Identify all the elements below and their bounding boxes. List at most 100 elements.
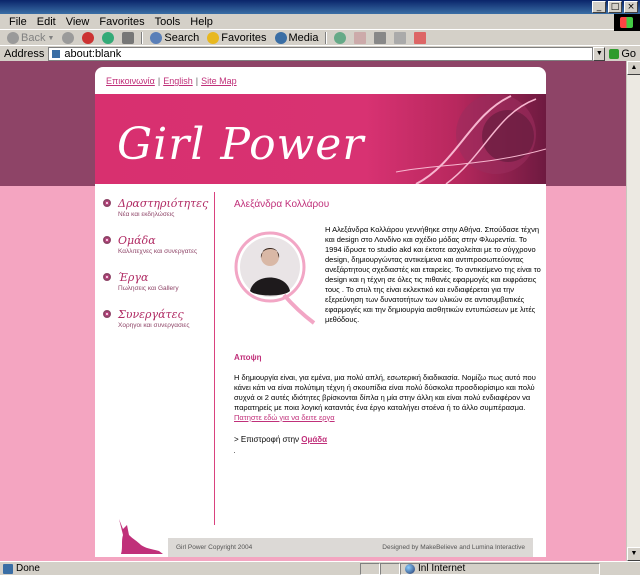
globe-icon	[405, 563, 415, 574]
site-map-link[interactable]: Site Map	[201, 76, 237, 86]
menu-view[interactable]: View	[61, 16, 95, 28]
see-works-link[interactable]: Πατηστε εδώ για να δειτε εργα	[234, 413, 335, 422]
discuss-icon	[414, 32, 427, 44]
menu-favorites[interactable]: Favorites	[94, 16, 149, 28]
print-button[interactable]	[371, 32, 389, 44]
back-line: > Επιστροφή στην Ομάδα	[234, 435, 327, 444]
media-label: Media	[288, 32, 319, 44]
sidebar-item-partners[interactable]: Συνεργάτες Χορηγοι και συνεργασιες	[103, 308, 211, 329]
bullet-icon	[103, 199, 111, 207]
bullet-icon	[103, 273, 111, 281]
scroll-down-icon[interactable]: ▼	[627, 547, 640, 561]
sidebar-item-subtitle: Χορηγοι και συνεργασιες	[118, 322, 190, 329]
sidebar-divider	[214, 192, 215, 525]
home-button[interactable]	[119, 32, 137, 44]
opinion-body: Η δημιουργία είναι, για εμένα, μια πολύ …	[234, 373, 536, 412]
opinion-text: Η δημιουργία είναι, για εμένα, μια πολύ …	[234, 373, 543, 423]
discuss-button[interactable]	[411, 32, 429, 44]
toolbar-divider	[325, 32, 328, 44]
menu-file[interactable]: File	[4, 16, 32, 28]
status-text: Done	[16, 563, 40, 574]
go-button[interactable]: Go	[609, 48, 636, 60]
menu-help[interactable]: Help	[185, 16, 218, 28]
copyright-text: Girl Power Copyright 2004	[176, 544, 253, 551]
link-separator: |	[195, 76, 199, 86]
go-arrow-icon	[609, 48, 620, 59]
page-title: Αλεξάνδρα Κολλάρου	[234, 199, 330, 210]
sidebar-item-activities[interactable]: Δραστηριότητες Νέα και εκδηλώσεις	[103, 197, 211, 218]
decorative-swirl-graphic	[395, 94, 546, 184]
windows-logo-icon	[614, 14, 640, 31]
status-cell	[380, 562, 400, 575]
forward-button[interactable]	[59, 32, 77, 44]
back-prefix: > Επιστροφή στην	[234, 435, 300, 444]
opinion-heading: Αποψη	[234, 353, 262, 362]
status-cell	[360, 562, 380, 575]
media-button[interactable]: Media	[272, 32, 322, 44]
address-input[interactable]: about:blank	[48, 46, 594, 61]
stop-button[interactable]	[79, 32, 97, 44]
maximize-icon[interactable]: □	[608, 1, 622, 13]
favorites-button[interactable]: Favorites	[204, 32, 269, 44]
forward-arrow-icon	[62, 32, 75, 44]
close-icon[interactable]: ×	[624, 1, 638, 13]
address-value: about:blank	[64, 47, 122, 60]
contact-link[interactable]: Επικοινωνία	[106, 76, 155, 86]
link-separator: |	[157, 76, 161, 86]
minimize-icon[interactable]: _	[592, 1, 606, 13]
sidebar-item-title: Ομάδα	[118, 234, 156, 247]
star-icon	[207, 32, 220, 44]
sidebar-item-title: Έργα	[118, 271, 149, 284]
zone-text: Inl Internet	[418, 563, 466, 574]
site-logo-title: Girl Power	[117, 119, 365, 170]
stop-icon	[82, 32, 95, 44]
toolbar: Back ▼ Search Favorites Media	[0, 31, 640, 45]
main-content: Αλεξάνδρα Κολλάρου Η Αλεξάνδρα Κολλάρου …	[234, 199, 541, 453]
back-button[interactable]: Back ▼	[4, 32, 57, 44]
status-left: Done	[0, 563, 360, 574]
back-to-team-link[interactable]: Ομάδα	[301, 435, 327, 444]
sidebar-item-team[interactable]: Ομάδα Καλλιτεχνες και συνεργατες	[103, 234, 211, 255]
back-label: Back	[21, 32, 46, 44]
media-icon	[274, 32, 287, 44]
window-title-bar: _ □ ×	[0, 0, 640, 14]
history-icon	[334, 32, 347, 44]
chevron-down-icon: ▼	[47, 34, 55, 42]
english-link[interactable]: English	[163, 76, 193, 86]
history-button[interactable]	[331, 32, 349, 44]
sidebar-item-title: Δραστηριότητες	[118, 197, 209, 210]
menu-tools[interactable]: Tools	[150, 16, 186, 28]
scroll-up-icon[interactable]: ▲	[627, 61, 640, 75]
go-label: Go	[621, 47, 636, 60]
edit-icon	[394, 32, 407, 44]
sidebar-item-title: Συνεργάτες	[118, 308, 184, 321]
page-viewport: Επικοινωνία | English | Site Map Girl Power …	[0, 61, 640, 561]
bullet-icon	[103, 310, 111, 318]
sidebar-nav: Δραστηριότητες Νέα και εκδηλώσεις Ομάδα …	[103, 197, 211, 345]
refresh-icon	[102, 32, 115, 44]
page-icon	[51, 48, 62, 59]
status-bar: Done Inl Internet	[0, 561, 640, 575]
address-label: Address	[4, 47, 45, 60]
mail-button[interactable]	[351, 32, 369, 44]
address-dropdown-button[interactable]: ▼	[593, 46, 606, 61]
site-footer: Girl Power Copyright 2004 Designed by Ma…	[168, 538, 533, 557]
page-status-icon	[3, 563, 13, 574]
site-page: Επικοινωνία | English | Site Map Girl Power …	[95, 67, 546, 557]
menu-bar: File Edit View Favorites Tools Help	[0, 14, 640, 30]
cat-silhouette-icon	[119, 519, 163, 554]
toolbar-divider	[141, 32, 144, 44]
sidebar-item-subtitle: Πωλησεις και Gallery	[118, 285, 179, 292]
menu-edit[interactable]: Edit	[32, 16, 61, 28]
search-button[interactable]: Search	[147, 32, 202, 44]
edit-button[interactable]	[391, 32, 409, 44]
refresh-button[interactable]	[99, 32, 117, 44]
vertical-scrollbar[interactable]: ▲ ▼	[626, 61, 640, 561]
back-arrow-icon	[7, 32, 19, 44]
top-links: Επικοινωνία | English | Site Map	[106, 76, 237, 86]
bullet-icon	[103, 236, 111, 244]
artist-bio: Η Αλεξάνδρα Κολλάρου γεννήθηκε στην Αθήν…	[325, 225, 541, 324]
credits-text: Designed by MakeBelieve and Lumina Inter…	[382, 544, 525, 551]
site-banner: Girl Power	[95, 94, 546, 184]
sidebar-item-works[interactable]: Έργα Πωλησεις και Gallery	[103, 271, 211, 292]
